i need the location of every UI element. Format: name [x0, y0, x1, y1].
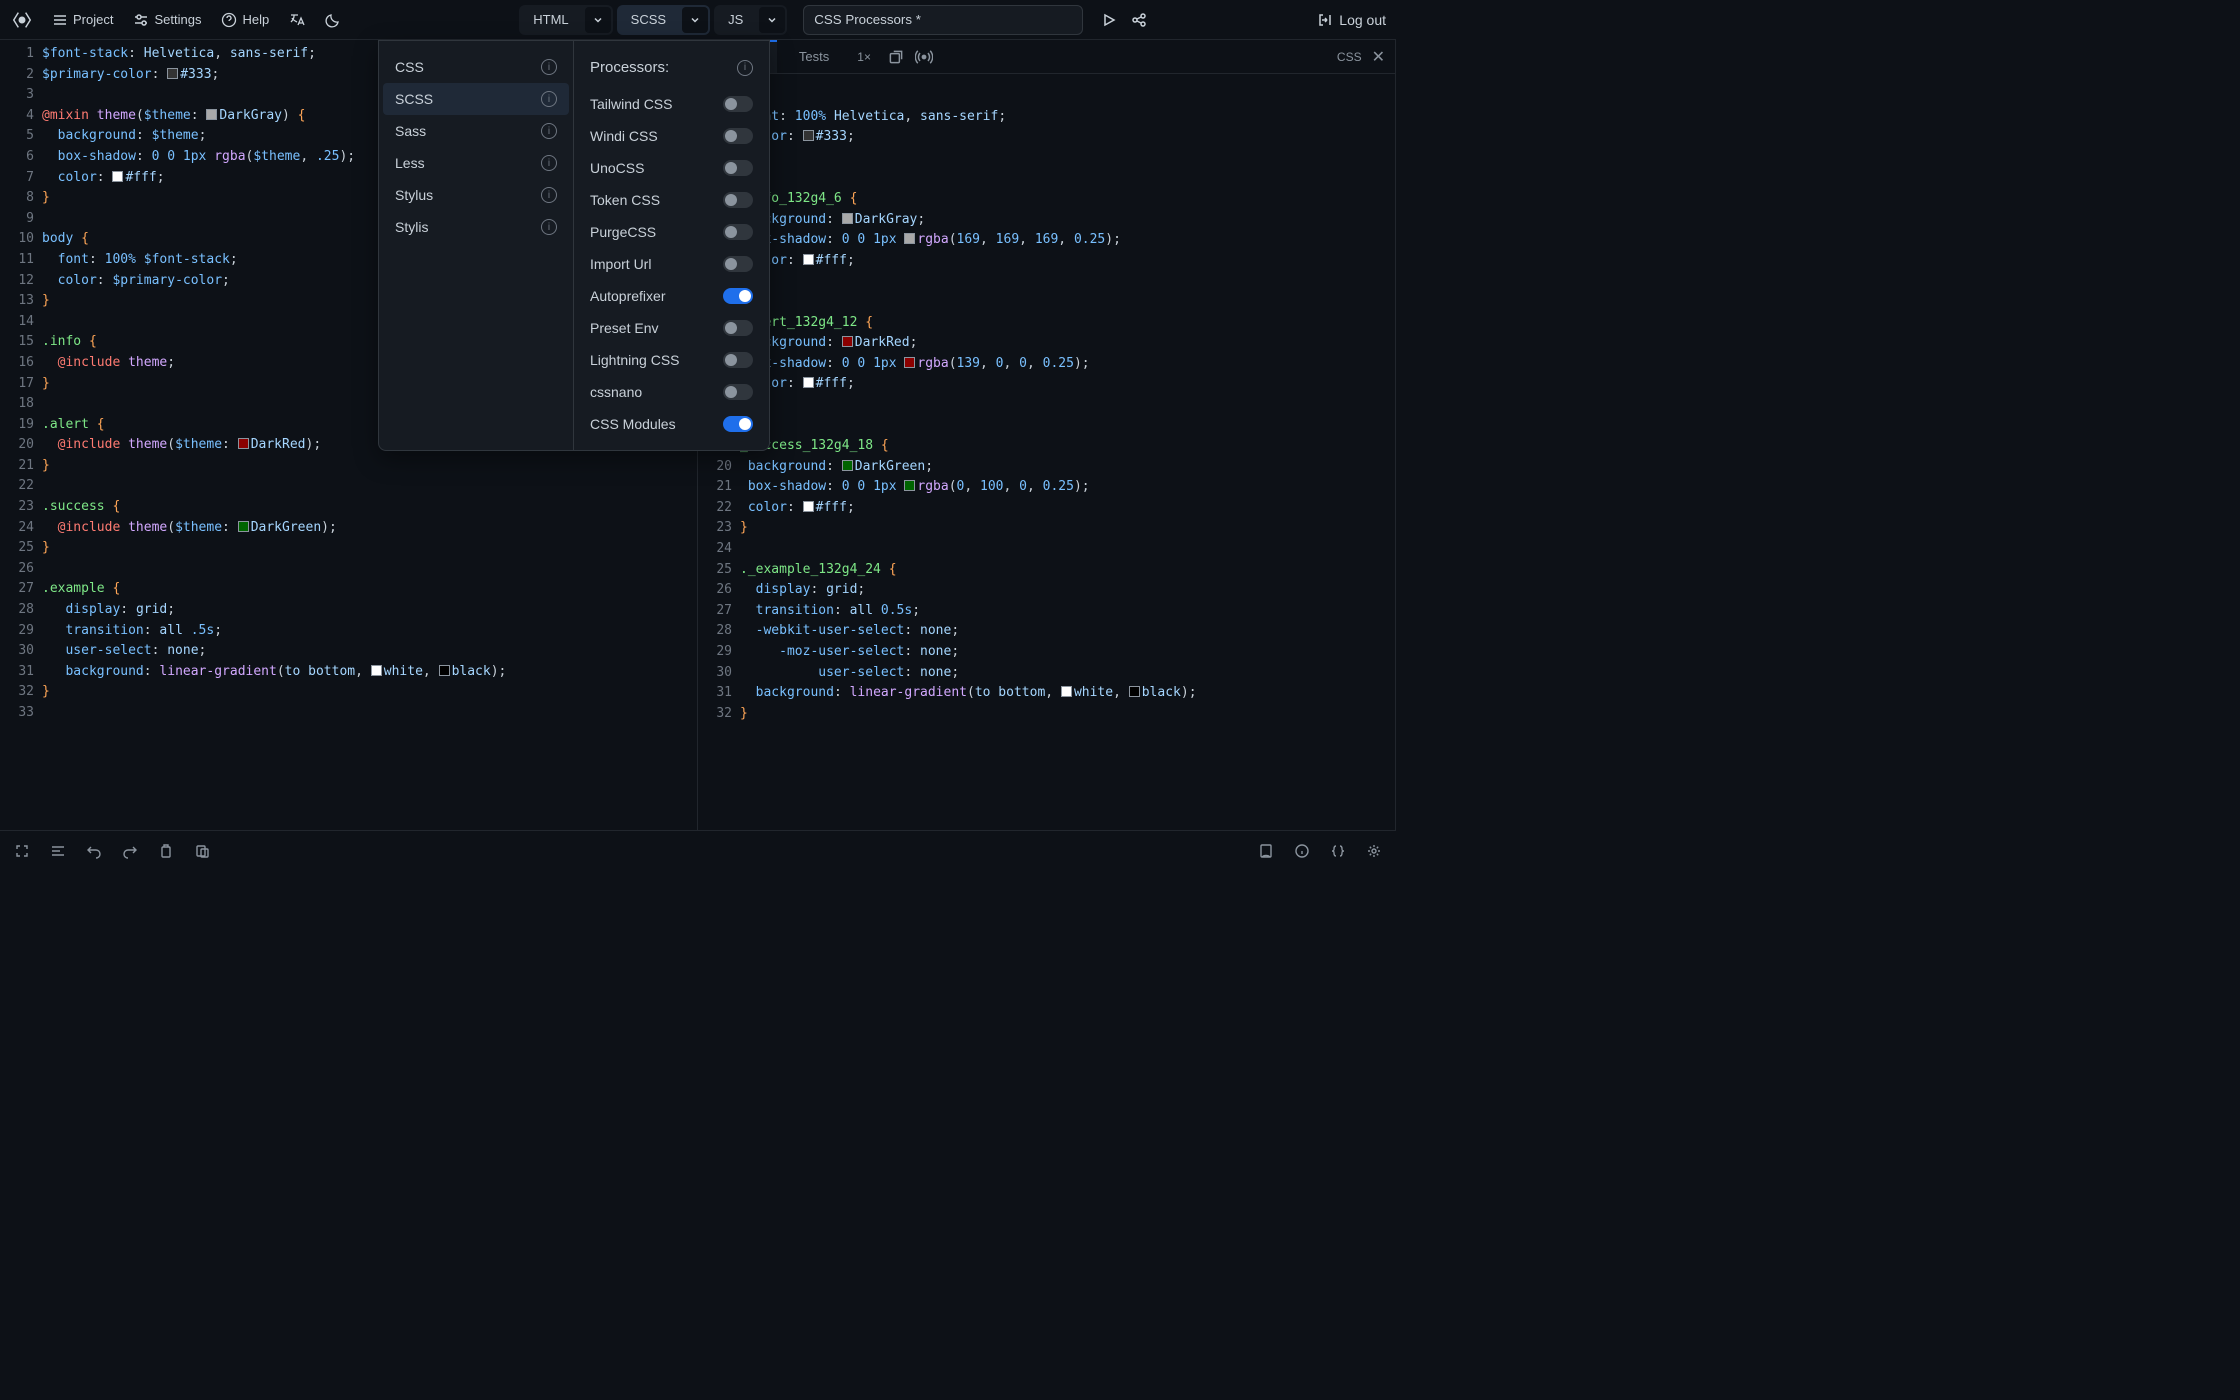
right-output-pane: Compiled Tests 1× CSS ✕ 2021222324252627… [698, 40, 1396, 830]
toggle[interactable] [723, 160, 753, 176]
broadcast-icon[interactable] [915, 48, 933, 66]
dropdown-lang-scss[interactable]: SCSSi [383, 83, 569, 115]
processor-token-css[interactable]: Token CSS [574, 184, 769, 216]
info-icon[interactable]: i [541, 219, 557, 235]
menu-theme[interactable] [317, 8, 349, 32]
toggle[interactable] [723, 192, 753, 208]
tab-js-dropdown[interactable] [759, 7, 785, 33]
toggle[interactable] [723, 288, 753, 304]
menu-project[interactable]: Project [44, 8, 121, 32]
bottombar [0, 830, 1396, 870]
tab-html-dropdown[interactable] [585, 7, 611, 33]
scss-dropdown-menu: CSSiSCSSiSassiLessiStylusiStylisi Proces… [378, 40, 770, 451]
undo-icon[interactable] [86, 843, 102, 859]
tab-js[interactable]: JS [714, 5, 787, 35]
processor-cssnano[interactable]: cssnano [574, 376, 769, 408]
tab-html-label: HTML [519, 12, 582, 27]
tab-js-label: JS [714, 12, 757, 27]
toggle[interactable] [723, 96, 753, 112]
topbar: Project Settings Help HTML SCSS JS [0, 0, 1396, 40]
dropdown-langs-col: CSSiSCSSiSassiLessiStylusiStylisi [379, 41, 574, 450]
processor-lightning-css[interactable]: Lightning CSS [574, 344, 769, 376]
processor-unocss[interactable]: UnoCSS [574, 152, 769, 184]
share-icon[interactable] [1131, 12, 1147, 28]
menu-settings-label: Settings [154, 12, 201, 27]
tab-tests[interactable]: Tests [787, 41, 841, 72]
menu-help[interactable]: Help [213, 8, 277, 32]
output-lang-label: CSS [1337, 50, 1362, 64]
dropdown-lang-css[interactable]: CSSi [379, 51, 573, 83]
info-icon[interactable]: i [541, 59, 557, 75]
left-editor-pane: 1234567891011121314151617181920212223242… [0, 40, 698, 830]
workspace: 1234567891011121314151617181920212223242… [0, 40, 1396, 830]
close-output-icon[interactable]: ✕ [1372, 47, 1385, 67]
right-header: Compiled Tests 1× CSS ✕ [698, 40, 1395, 74]
paste-icon[interactable] [194, 843, 210, 859]
run-icon[interactable] [1101, 12, 1117, 28]
tab-scss-dropdown[interactable] [682, 7, 708, 33]
info-icon[interactable]: i [737, 60, 753, 76]
dropdown-lang-stylis[interactable]: Stylisi [379, 211, 573, 243]
dropdown-lang-sass[interactable]: Sassi [379, 115, 573, 147]
external-css-icon[interactable] [1258, 843, 1274, 859]
toggle[interactable] [723, 256, 753, 272]
toggle[interactable] [723, 384, 753, 400]
left-gutter: 1234567891011121314151617181920212223242… [0, 40, 42, 830]
menu-help-label: Help [242, 12, 269, 27]
menu-settings[interactable]: Settings [125, 8, 209, 32]
fullscreen-icon[interactable] [14, 843, 30, 859]
processor-css-modules[interactable]: CSS Modules [574, 408, 769, 440]
menu-project-label: Project [73, 12, 113, 27]
lang-tabs: HTML SCSS JS [519, 5, 787, 35]
dropdown-lang-stylus[interactable]: Stylusi [379, 179, 573, 211]
tab-scss-label: SCSS [617, 12, 680, 27]
format-icon[interactable] [50, 843, 66, 859]
toggle[interactable] [723, 224, 753, 240]
logout-button[interactable]: Log out [1317, 12, 1386, 28]
processor-import-url[interactable]: Import Url [574, 248, 769, 280]
processor-autoprefixer[interactable]: Autoprefixer [574, 280, 769, 312]
project-title-input[interactable] [803, 5, 1083, 35]
tab-html[interactable]: HTML [519, 5, 612, 35]
status-info-icon[interactable] [1294, 843, 1310, 859]
dropdown-lang-less[interactable]: Lessi [379, 147, 573, 179]
info-icon[interactable]: i [541, 187, 557, 203]
redo-icon[interactable] [122, 843, 138, 859]
processor-preset-env[interactable]: Preset Env [574, 312, 769, 344]
braces-icon[interactable] [1330, 843, 1346, 859]
dropdown-processors-col: Processors: i Tailwind CSSWindi CSSUnoCS… [574, 41, 769, 450]
toggle[interactable] [723, 320, 753, 336]
help-icon [221, 12, 237, 28]
toggle[interactable] [723, 128, 753, 144]
toggle[interactable] [723, 352, 753, 368]
moon-icon [325, 12, 341, 28]
right-code[interactable]: dy { font: 100% Helvetica, sans-serif; c… [740, 40, 1395, 830]
processors-heading-label: Processors: [590, 59, 669, 76]
info-icon[interactable]: i [541, 123, 557, 139]
tab-scss[interactable]: SCSS [617, 5, 710, 35]
processor-tailwind-css[interactable]: Tailwind CSS [574, 88, 769, 120]
toggle[interactable] [723, 416, 753, 432]
info-icon[interactable]: i [541, 155, 557, 171]
menu-i18n[interactable] [281, 8, 313, 32]
copy-icon[interactable] [158, 843, 174, 859]
logout-label: Log out [1339, 12, 1386, 28]
zoom-badge[interactable]: 1× [851, 48, 877, 66]
gear-icon[interactable] [1366, 843, 1382, 859]
app-logo-icon[interactable] [10, 8, 34, 32]
logout-icon [1317, 12, 1333, 28]
processors-heading: Processors: i [574, 51, 769, 88]
info-icon[interactable]: i [541, 91, 557, 107]
sliders-icon [133, 12, 149, 28]
new-window-icon[interactable] [887, 48, 905, 66]
hamburger-icon [52, 12, 68, 28]
processor-purgecss[interactable]: PurgeCSS [574, 216, 769, 248]
processor-windi-css[interactable]: Windi CSS [574, 120, 769, 152]
translate-icon [289, 12, 305, 28]
